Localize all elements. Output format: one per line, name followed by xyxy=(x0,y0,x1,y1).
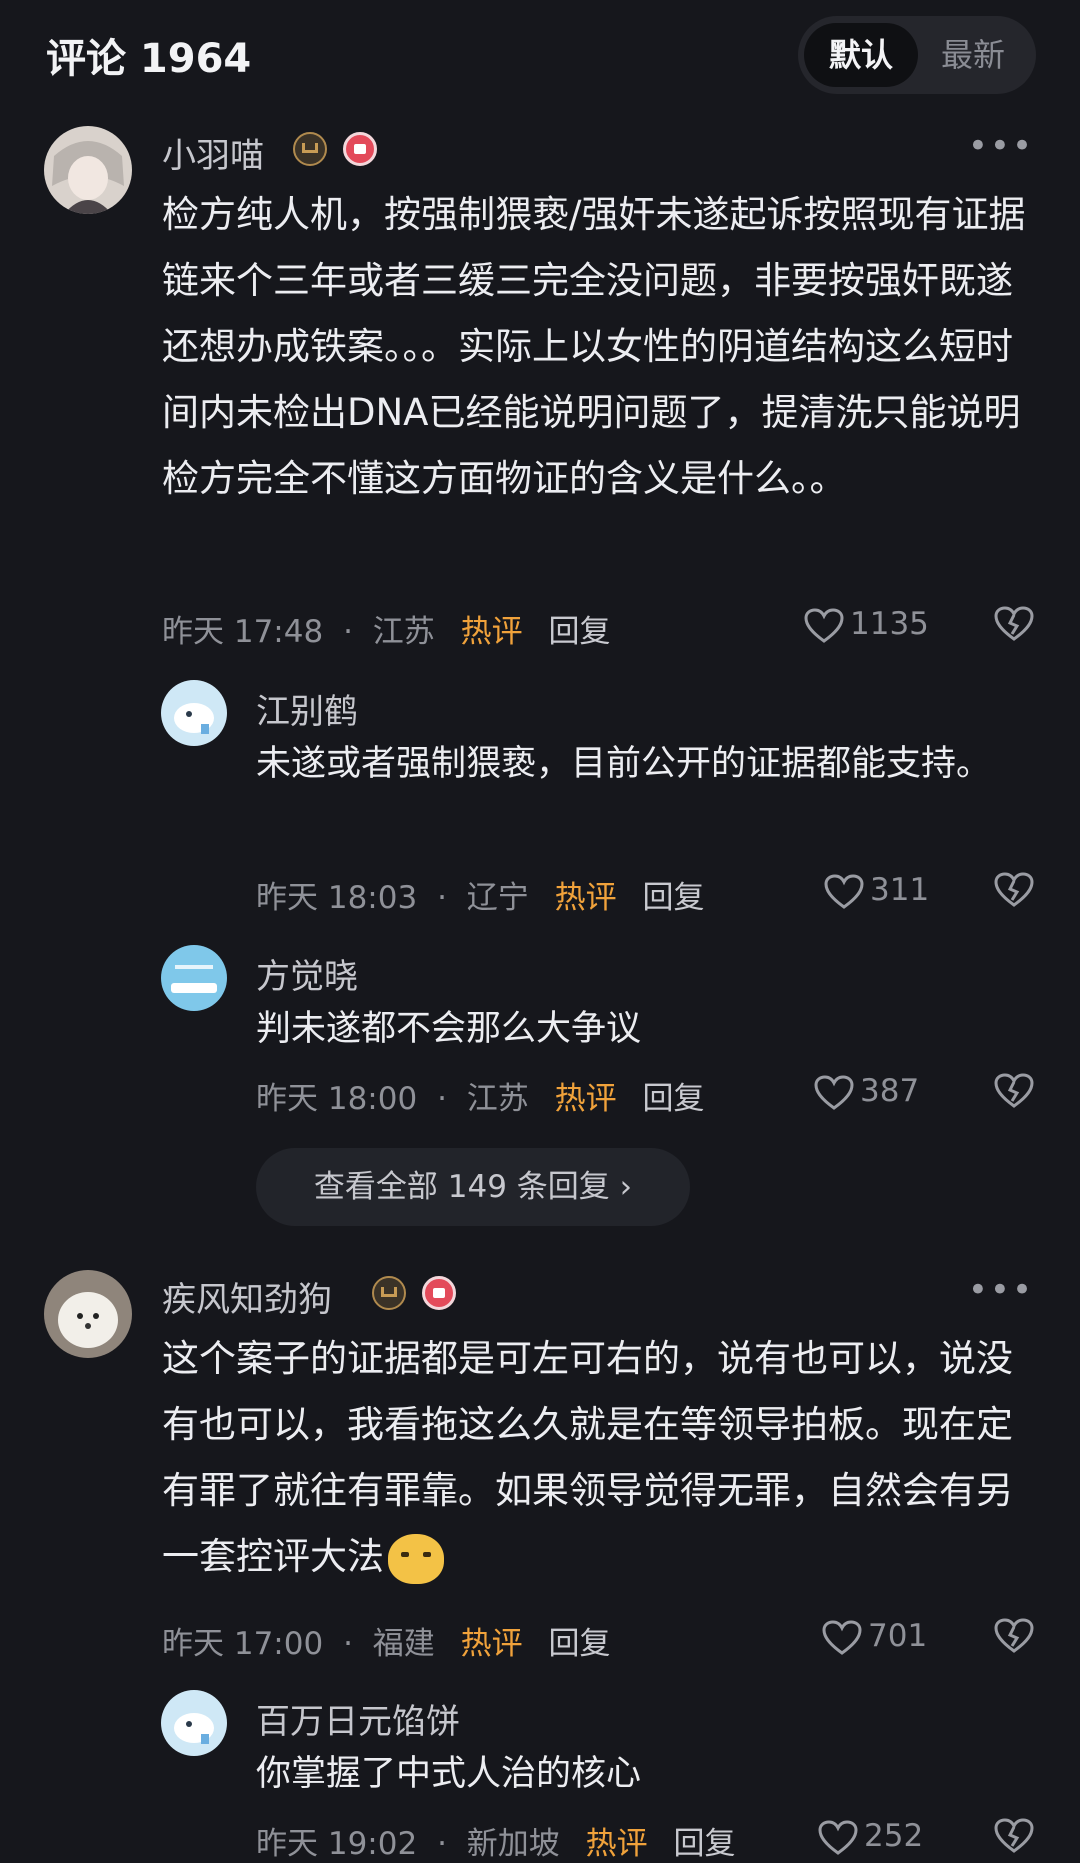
like-count: 387 xyxy=(860,1073,920,1109)
crown-badge-icon xyxy=(372,1276,406,1310)
avatar[interactable] xyxy=(161,945,227,1011)
like-badge-icon xyxy=(343,132,377,166)
comment-text: 这个案子的证据都是可左可右的，说有也可以，说没有也可以，我看拖这么久就是在等领导… xyxy=(162,1326,1038,1590)
username[interactable]: 方觉晓 xyxy=(256,949,358,998)
dislike-button[interactable] xyxy=(994,1073,1034,1113)
reply-location: 新加坡 xyxy=(466,1826,560,1862)
sort-default-tab[interactable]: 默认 xyxy=(804,23,918,87)
heart-icon xyxy=(804,607,844,643)
broken-heart-icon xyxy=(994,1818,1034,1853)
comment-text-content: 这个案子的证据都是可左可右的，说有也可以，说没有也可以，我看拖这么久就是在等领导… xyxy=(162,1337,1013,1578)
like-button[interactable]: 311 xyxy=(824,872,929,910)
avatar[interactable] xyxy=(44,1270,132,1358)
reply-time: 昨天 18:00 xyxy=(256,1081,418,1117)
username[interactable]: 疾风知劲狗 xyxy=(162,1272,332,1321)
sort-latest-tab[interactable]: 最新 xyxy=(916,23,1030,87)
avatar[interactable] xyxy=(44,126,132,214)
username[interactable]: 江别鹤 xyxy=(256,684,358,733)
broken-heart-icon xyxy=(994,606,1034,641)
like-button[interactable]: 701 xyxy=(822,1618,927,1656)
meta-separator: · xyxy=(343,1626,353,1662)
more-icon[interactable]: ••• xyxy=(968,126,1034,166)
meta-separator: · xyxy=(437,1826,447,1862)
like-button[interactable]: 252 xyxy=(818,1818,923,1856)
view-all-replies-button[interactable]: 查看全部 149 条回复 › xyxy=(256,1148,690,1226)
reply-text: 未遂或者强制猥亵，目前公开的证据都能支持。 xyxy=(256,744,992,784)
reply-time: 昨天 18:03 xyxy=(256,880,418,916)
like-count: 1135 xyxy=(850,606,929,642)
dislike-button[interactable] xyxy=(994,872,1034,912)
reply-text: 判未遂都不会那么大争议 xyxy=(256,1009,642,1049)
smug-cat-emoji-icon xyxy=(388,1533,444,1584)
reply-location: 辽宁 xyxy=(466,880,529,916)
like-button[interactable]: 1135 xyxy=(804,606,929,644)
avatar[interactable] xyxy=(161,680,227,746)
like-count: 252 xyxy=(864,1818,924,1854)
reply-button[interactable]: 回复 xyxy=(549,1626,611,1662)
broken-heart-icon xyxy=(994,872,1034,907)
comment-location: 江苏 xyxy=(372,614,435,650)
reply-time: 昨天 19:02 xyxy=(256,1826,418,1862)
comments-title: 评论 1964 xyxy=(46,36,252,82)
broken-heart-icon xyxy=(994,1618,1034,1653)
reply-meta: 昨天 18:00 · 江苏 热评 回复 xyxy=(256,1073,705,1118)
heart-icon xyxy=(822,1619,862,1655)
hot-comment-tag: 热评 xyxy=(554,1081,617,1117)
meta-separator: · xyxy=(343,614,353,650)
meta-separator: · xyxy=(437,1081,447,1117)
comment-time: 昨天 17:00 xyxy=(162,1626,324,1662)
broken-heart-icon xyxy=(994,1073,1034,1108)
reply-button[interactable]: 回复 xyxy=(674,1826,736,1862)
comments-header: 评论 1964 默认 最新 xyxy=(0,0,1080,110)
reply-location: 江苏 xyxy=(466,1081,529,1117)
avatar[interactable] xyxy=(161,1690,227,1756)
dislike-button[interactable] xyxy=(994,1618,1034,1658)
comment-meta: 昨天 17:00 · 福建 热评 回复 xyxy=(162,1618,611,1663)
comment-text: 检方纯人机，按强制猥亵/强奸未遂起诉按照现有证据链来个三年或者三缓三完全没问题，… xyxy=(162,193,1026,500)
like-count: 311 xyxy=(870,872,930,908)
reply-button[interactable]: 回复 xyxy=(643,1081,705,1117)
hot-comment-tag: 热评 xyxy=(460,614,523,650)
comment-location: 福建 xyxy=(372,1626,435,1662)
heart-icon xyxy=(818,1819,858,1855)
username[interactable]: 百万日元馅饼 xyxy=(256,1694,460,1743)
dislike-button[interactable] xyxy=(994,1818,1034,1858)
meta-separator: · xyxy=(437,880,447,916)
hot-comment-tag: 热评 xyxy=(585,1826,648,1862)
like-button[interactable]: 387 xyxy=(814,1073,919,1111)
reply-text: 你掌握了中式人治的核心 xyxy=(256,1754,642,1794)
hot-comment-tag: 热评 xyxy=(554,880,617,916)
comment-time: 昨天 17:48 xyxy=(162,614,324,650)
like-count: 701 xyxy=(868,1618,928,1654)
reply-meta: 昨天 18:03 · 辽宁 热评 回复 xyxy=(256,872,705,917)
hot-comment-tag: 热评 xyxy=(460,1626,523,1662)
dislike-button[interactable] xyxy=(994,606,1034,646)
crown-badge-icon xyxy=(293,132,327,166)
like-badge-icon xyxy=(422,1276,456,1310)
comment-meta: 昨天 17:48 · 江苏 热评 回复 xyxy=(162,606,611,651)
reply-meta: 昨天 19:02 · 新加坡 热评 回复 xyxy=(256,1818,736,1863)
heart-icon xyxy=(824,873,864,909)
heart-icon xyxy=(814,1074,854,1110)
sort-toggle: 默认 最新 xyxy=(798,16,1036,94)
reply-button[interactable]: 回复 xyxy=(549,614,611,650)
reply-button[interactable]: 回复 xyxy=(643,880,705,916)
more-icon[interactable]: ••• xyxy=(968,1270,1034,1310)
username[interactable]: 小羽喵 xyxy=(162,128,264,177)
